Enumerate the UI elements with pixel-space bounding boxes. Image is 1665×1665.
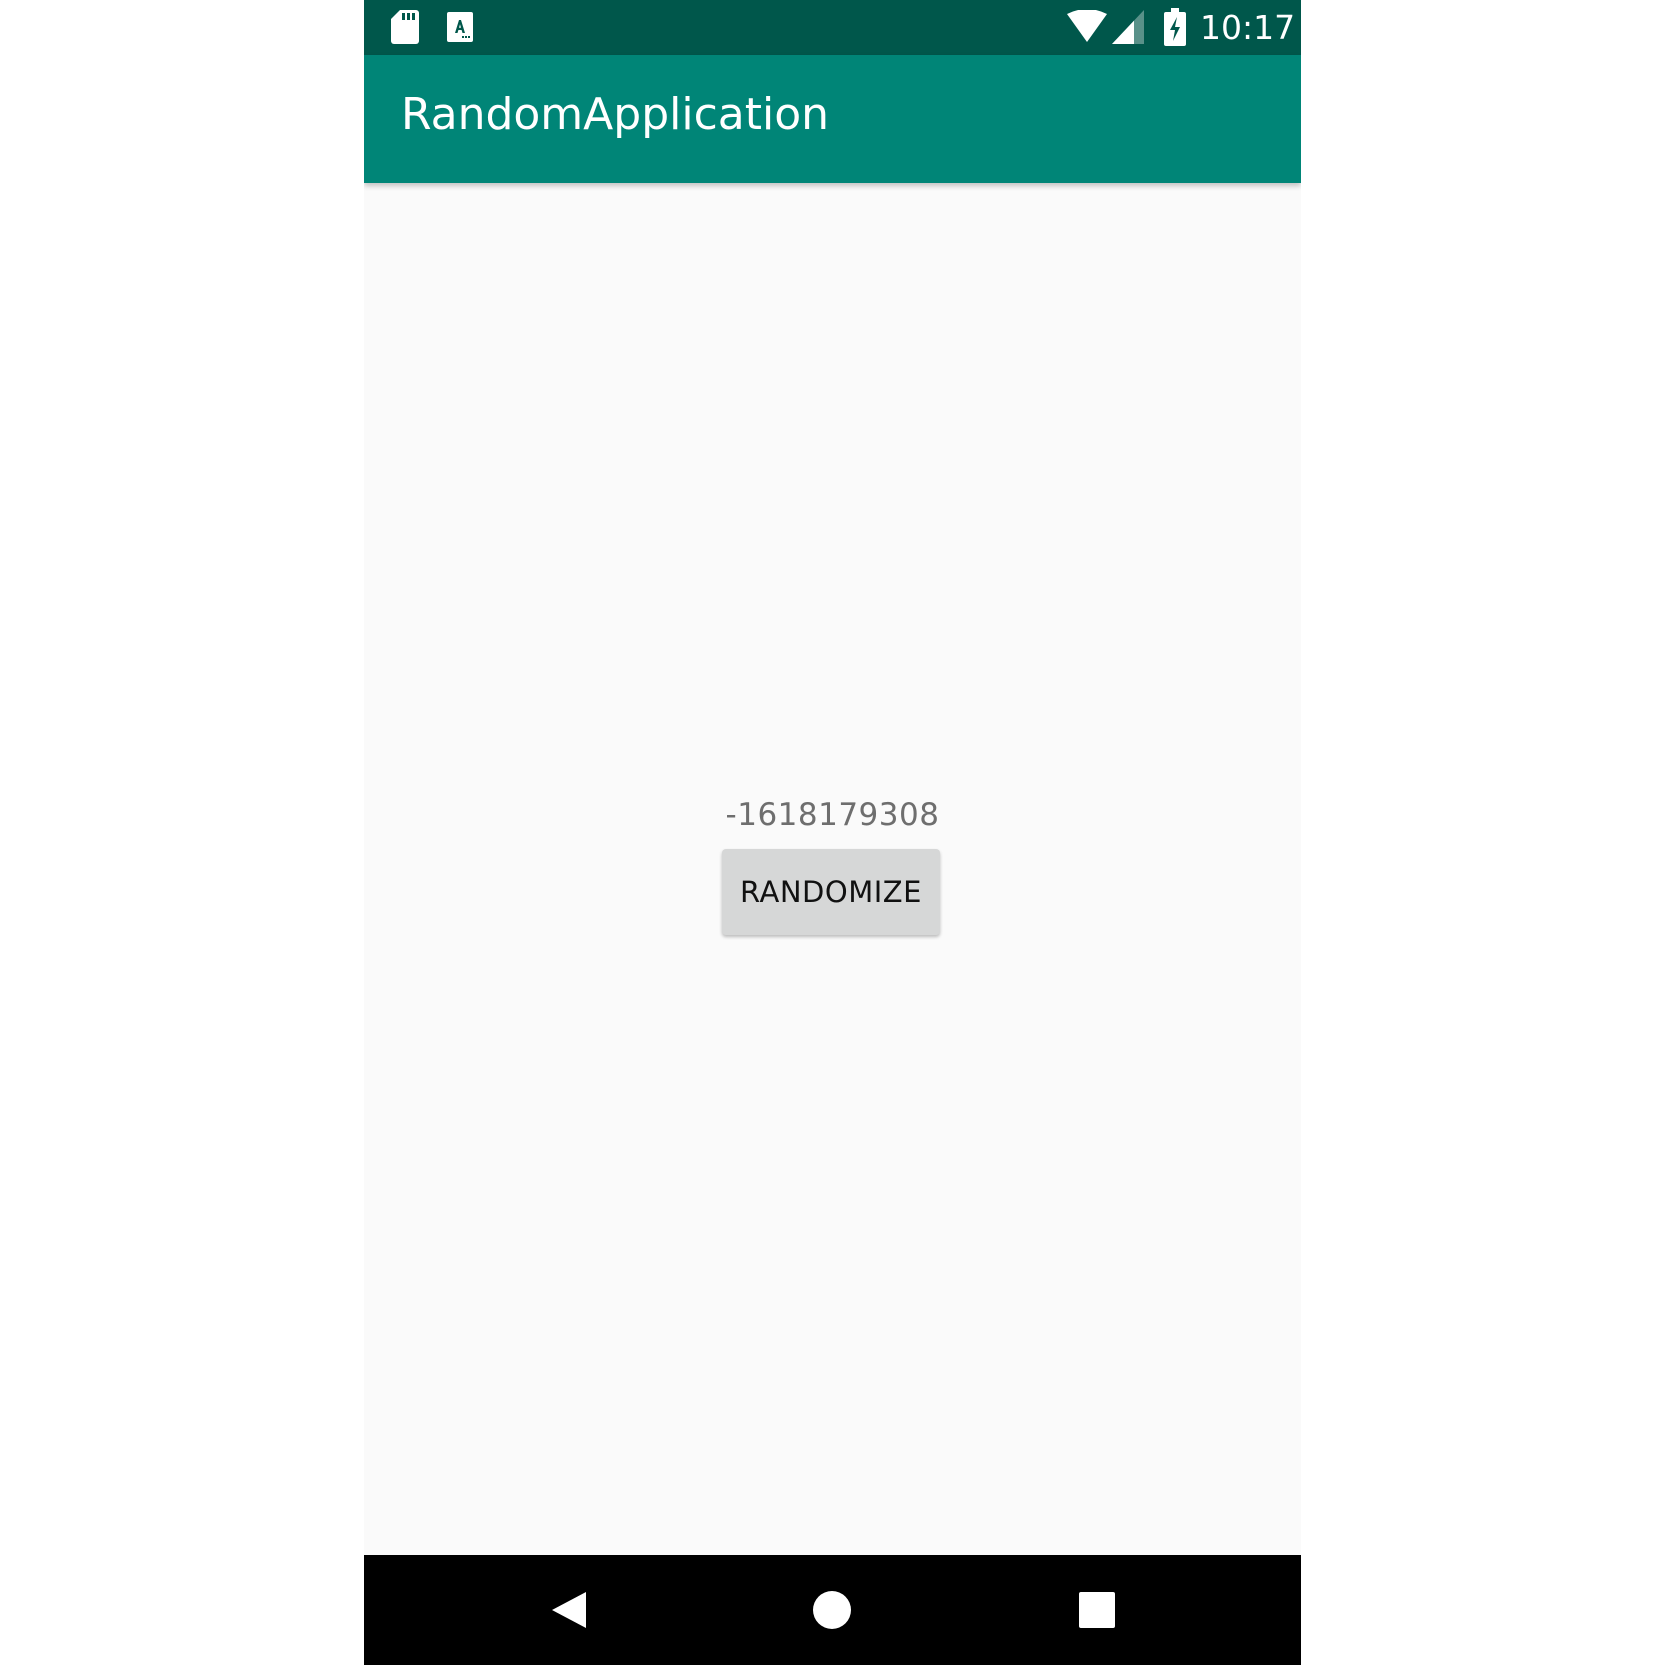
battery-charging-icon: [1164, 8, 1186, 46]
randomize-button[interactable]: RANDOMIZE: [722, 849, 940, 935]
wifi-icon: [1067, 10, 1107, 42]
phone-screen: 10:17 RandomApplication -1618179308 RAND…: [364, 0, 1301, 1665]
status-bar: 10:17: [364, 0, 1301, 55]
app-title: RandomApplication: [401, 89, 830, 140]
status-clock: 10:17: [1200, 8, 1296, 47]
recents-icon[interactable]: [1078, 1591, 1116, 1629]
main-content: -1618179308 RANDOMIZE: [364, 183, 1301, 1555]
back-icon[interactable]: [550, 1590, 590, 1630]
keyboard-a-icon: [447, 12, 473, 42]
cell-signal-icon: [1112, 10, 1144, 44]
navigation-bar: [364, 1555, 1301, 1665]
sd-card-icon: [391, 10, 419, 44]
home-icon[interactable]: [812, 1590, 852, 1630]
random-number-text: -1618179308: [725, 797, 940, 833]
app-bar: RandomApplication: [364, 55, 1301, 183]
